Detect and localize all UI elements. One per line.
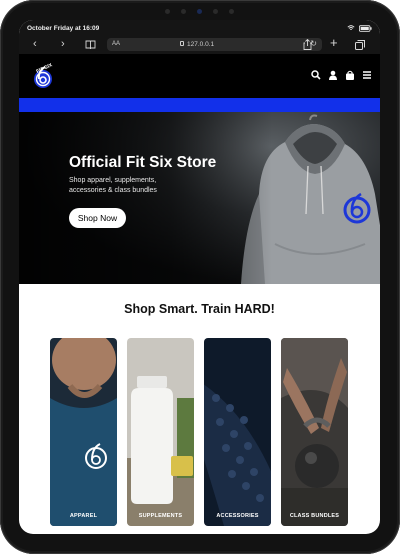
new-tab-icon[interactable]: + <box>330 36 338 50</box>
tabs-icon[interactable] <box>355 40 365 50</box>
forward-icon[interactable]: › <box>61 37 65 51</box>
camera-icon <box>197 9 202 14</box>
lock-icon <box>180 41 184 46</box>
category-card-apparel[interactable]: APPAREL <box>50 338 117 526</box>
accessories-image <box>204 338 271 526</box>
hero-title: Official Fit Six Store <box>69 154 217 171</box>
status-icons <box>347 24 372 32</box>
category-card-class-bundles[interactable]: CLASS BUNDLES <box>281 338 348 526</box>
supplements-image <box>127 338 194 526</box>
accent-bar <box>19 98 380 112</box>
share-icon[interactable] <box>303 39 312 50</box>
sensor-dot <box>181 9 186 14</box>
url-text[interactable]: 127.0.0.1 <box>187 41 214 48</box>
hero-banner: Official Fit Six Store Shop apparel, sup… <box>19 112 380 284</box>
battery-icon <box>359 24 372 32</box>
screen: October Friday at 16:09 ‹ › AA 127.0.0.1… <box>19 20 380 534</box>
back-icon[interactable]: ‹ <box>33 37 37 51</box>
shop-now-button[interactable]: Shop Now <box>69 208 126 228</box>
class-bundles-image <box>281 338 348 526</box>
fit-six-logo[interactable]: FIT SIX <box>32 63 54 89</box>
account-icon[interactable] <box>328 70 338 80</box>
section-title: Shop Smart. Train HARD! <box>124 302 275 316</box>
category-label: SUPPLEMENTS <box>138 513 183 519</box>
status-bar: October Friday at 16:09 <box>19 20 380 36</box>
bookmarks-icon[interactable] <box>85 40 96 50</box>
browser-toolbar: ‹ › AA 127.0.0.1 ↻ + <box>19 36 380 54</box>
hero-overlay <box>19 112 272 284</box>
category-label: ACCESSORIES <box>216 513 259 519</box>
sensor-dot <box>229 9 234 14</box>
apparel-image <box>50 338 117 526</box>
address-bar[interactable]: AA 127.0.0.1 ↻ <box>107 38 322 51</box>
category-card-accessories[interactable]: ACCESSORIES <box>204 338 271 526</box>
text-size-button[interactable]: AA <box>112 41 120 47</box>
wifi-icon <box>347 25 355 30</box>
category-label: APPAREL <box>69 513 98 519</box>
sensor-dot <box>165 9 170 14</box>
bag-icon[interactable] <box>345 70 355 80</box>
search-icon[interactable] <box>311 70 321 80</box>
sensor-dot <box>213 9 218 14</box>
site-header: FIT SIX <box>19 54 380 98</box>
header-icons <box>311 70 372 80</box>
hero-subtitle: Shop apparel, supplements, accessories &… <box>69 177 157 194</box>
category-label: CLASS BUNDLES <box>289 513 340 519</box>
menu-icon[interactable] <box>362 70 372 80</box>
category-card-supplements[interactable]: SUPPLEMENTS <box>127 338 194 526</box>
status-time: October Friday at 16:09 <box>27 25 100 32</box>
